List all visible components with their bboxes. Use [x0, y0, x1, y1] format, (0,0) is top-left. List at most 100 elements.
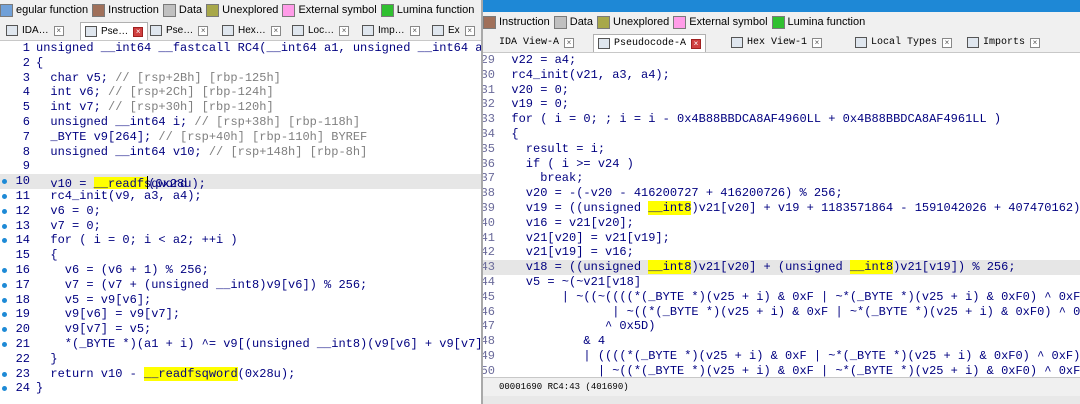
close-icon[interactable]: × — [198, 25, 209, 36]
code-line[interactable]: 13 v7 = 0; — [0, 219, 481, 234]
tab-pseudocode[interactable]: Pse… × — [150, 22, 209, 39]
close-icon[interactable]: × — [133, 26, 144, 37]
code-segment: v19 = 0; — [497, 97, 570, 112]
code-line[interactable]: 44 v5 = ~(~v21[v18] — [483, 275, 1080, 290]
close-icon[interactable]: × — [464, 25, 475, 36]
horizontal-scrollbar[interactable] — [483, 396, 1080, 404]
code-line[interactable]: 40 v16 = v21[v20]; — [483, 216, 1080, 231]
code-segment: if ( i >= v24 ) — [497, 156, 634, 171]
tab-local-types[interactable]: Loc… × — [292, 22, 350, 39]
code-line[interactable]: 32 v19 = 0; — [483, 97, 1080, 112]
tab-ida-view[interactable]: IDA View-A × — [499, 34, 575, 51]
code-line[interactable]: 29 v22 = a4; — [483, 53, 1080, 68]
code-line[interactable]: 4 int v6; // [rsp+2Ch] [rbp-124h] — [0, 85, 481, 100]
tab-hex-view[interactable]: Hex… × — [222, 22, 281, 39]
code-line[interactable]: 19 v9[v6] = v9[v7]; — [0, 307, 481, 322]
pseudocode-view[interactable]: 1 unsigned __int64 __fastcall RC4(__int64… — [0, 41, 481, 396]
close-icon[interactable]: × — [812, 37, 823, 48]
code-line[interactable]: 35 result = i; — [483, 142, 1080, 157]
code-line[interactable]: 20 v9[v7] = v5; — [0, 322, 481, 337]
code-line[interactable]: 34 { — [483, 127, 1080, 142]
window-title-strip — [483, 0, 1080, 12]
code-line[interactable]: 2{ — [0, 56, 481, 71]
pseudocode-view[interactable]: 29 v22 = a4;30 rc4_init(v21, a3, a4);31 … — [483, 53, 1080, 393]
close-icon[interactable]: × — [942, 37, 953, 48]
code-line[interactable]: 41 v21[v20] = v21[v19]; — [483, 231, 1080, 246]
line-number: 45 — [483, 289, 495, 304]
code-line[interactable]: 47 ^ 0x5D) — [483, 319, 1080, 334]
code-line[interactable]: 39 v19 = ((unsigned __int8)v21[v20] + v1… — [483, 200, 1080, 216]
code-line[interactable]: 15 { — [0, 248, 481, 263]
code-line[interactable]: 42 v21[v19] = v16; — [483, 245, 1080, 260]
code-line[interactable]: 6 unsigned __int64 i; // [rsp+38h] [rbp-… — [0, 115, 481, 130]
code-line[interactable]: 16 v6 = (v6 + 1) % 256; — [0, 263, 481, 278]
tab-hex-view[interactable]: Hex View-1 × — [731, 34, 823, 51]
code-line[interactable]: 9 — [0, 159, 481, 174]
highlighted-identifier[interactable]: __readfsqword — [93, 176, 187, 189]
code-segment: )v21[v19]) % 256; — [893, 260, 1016, 275]
tab-exports[interactable]: Ex × — [432, 22, 475, 39]
code-line[interactable]: 22 } — [0, 352, 481, 367]
code-line[interactable]: 23 return v10 - __readfsqword(0x28u); — [0, 366, 481, 382]
code-text: unsigned __int64 v10; // [rsp+148h] [rbp… — [36, 145, 367, 160]
tab-pseudocode[interactable]: Pseudocode-A × — [593, 34, 707, 52]
close-icon[interactable]: × — [409, 25, 420, 36]
tab-local-types[interactable]: Local Types × — [855, 34, 953, 51]
code-line[interactable]: 33 for ( i = 0; ; i = i - 0x4B88BBDCA8AF… — [483, 112, 1080, 127]
code-segment: for ( i = 0; ; i = i - 0x4B88BBDCA8AF496… — [497, 112, 1002, 127]
code-segment: | ~((~((((*(_BYTE *)(v25 + i) & 0xF | ~*… — [497, 289, 1080, 304]
code-line[interactable]: 5 int v7; // [rsp+30h] [rbp-120h] — [0, 100, 481, 115]
highlighted-identifier[interactable]: __int8 — [849, 260, 894, 275]
tab-imports[interactable]: Imports × — [967, 34, 1041, 51]
tab-pseudocode[interactable]: Pse… × — [80, 22, 149, 40]
code-line[interactable]: 21 *(_BYTE *)(a1 + i) ^= v9[(unsigned __… — [0, 337, 481, 352]
code-text: v7 = 0; — [36, 219, 100, 234]
code-line[interactable]: 1 unsigned __int64 __fastcall RC4(__int64… — [0, 41, 481, 56]
legend-label: egular function — [16, 4, 89, 16]
code-line[interactable]: 38 v20 = -(-v20 - 416200727 + 416200726)… — [483, 186, 1080, 201]
code-segment: break; — [497, 171, 584, 186]
code-line[interactable]: 17 v7 = (v7 + (unsigned __int8)v9[v6]) %… — [0, 278, 481, 293]
code-line[interactable]: 49 | ((((*(_BYTE *)(v25 + i) & 0xF | ~*(… — [483, 349, 1080, 364]
legend-label: External symbol — [689, 16, 768, 28]
imports-icon — [967, 37, 979, 48]
close-icon[interactable]: × — [1030, 37, 1041, 48]
code-line[interactable]: 46 | ~((*(_BYTE *)(v25 + i) & 0xF | ~*(_… — [483, 305, 1080, 320]
highlighted-identifier[interactable]: __int8 — [648, 200, 692, 215]
code-line[interactable]: 12 v6 = 0; — [0, 204, 481, 219]
code-line[interactable]: 8 unsigned __int64 v10; // [rsp+148h] [r… — [0, 145, 481, 160]
close-icon[interactable]: × — [691, 38, 702, 49]
tab-imports[interactable]: Imp… × — [362, 22, 420, 39]
code-line[interactable]: 14 for ( i = 0; i < a2; ++i ) — [0, 233, 481, 248]
highlighted-identifier[interactable]: __int8 — [648, 260, 692, 275]
code-line[interactable]: 36 if ( i >= v24 ) — [483, 157, 1080, 172]
code-line[interactable]: 48 & 4 — [483, 334, 1080, 349]
code-line[interactable]: 18 v5 = v9[v6]; — [0, 293, 481, 308]
code-text: v18 = ((unsigned __int8)v21[v20] + (unsi… — [497, 260, 1016, 275]
code-line[interactable]: 31 v20 = 0; — [483, 83, 1080, 98]
code-line[interactable]: 11 rc4_init(v9, a3, a4); — [0, 189, 481, 204]
code-line[interactable]: 3 char v5; // [rsp+2Bh] [rbp-125h] — [0, 71, 481, 86]
code-line[interactable]: 45 | ~((~((((*(_BYTE *)(v25 + i) & 0xF |… — [483, 290, 1080, 305]
code-line[interactable]: 37 break; — [483, 171, 1080, 186]
code-line[interactable]: 43 v18 = ((unsigned __int8)v21[v20] + (u… — [483, 260, 1080, 275]
code-line[interactable]: 30 rc4_init(v21, a3, a4); — [483, 68, 1080, 83]
code-segment: int v6; — [36, 85, 101, 100]
close-icon[interactable]: × — [53, 25, 64, 36]
close-icon[interactable]: × — [564, 37, 575, 48]
code-line[interactable]: 7 _BYTE v9[264]; // [rsp+40h] [rbp-110h]… — [0, 130, 481, 145]
close-icon[interactable]: × — [339, 25, 350, 36]
tab-label: Imports — [983, 37, 1026, 48]
code-text: v21[v20] = v21[v19]; — [497, 231, 670, 246]
code-comment: // [rsp+2Bh] [rbp-125h] — [108, 70, 281, 85]
line-number: 31 — [483, 82, 495, 97]
code-segment: v20 = -(-v20 - 416200727 + 416200726) % … — [497, 186, 843, 201]
code-segment: unsigned __int64 v10; — [36, 144, 202, 159]
code-line[interactable]: 10 v10 = __readfsqword(0x28u); — [0, 174, 481, 189]
code-line[interactable]: 24} — [0, 381, 481, 396]
code-text: } — [36, 352, 57, 367]
legend-item: Unexplored — [206, 3, 278, 17]
highlighted-identifier[interactable]: __readfsqword — [144, 366, 238, 381]
close-icon[interactable]: × — [270, 25, 281, 36]
tab-ida-view[interactable]: IDA… × — [6, 22, 64, 39]
